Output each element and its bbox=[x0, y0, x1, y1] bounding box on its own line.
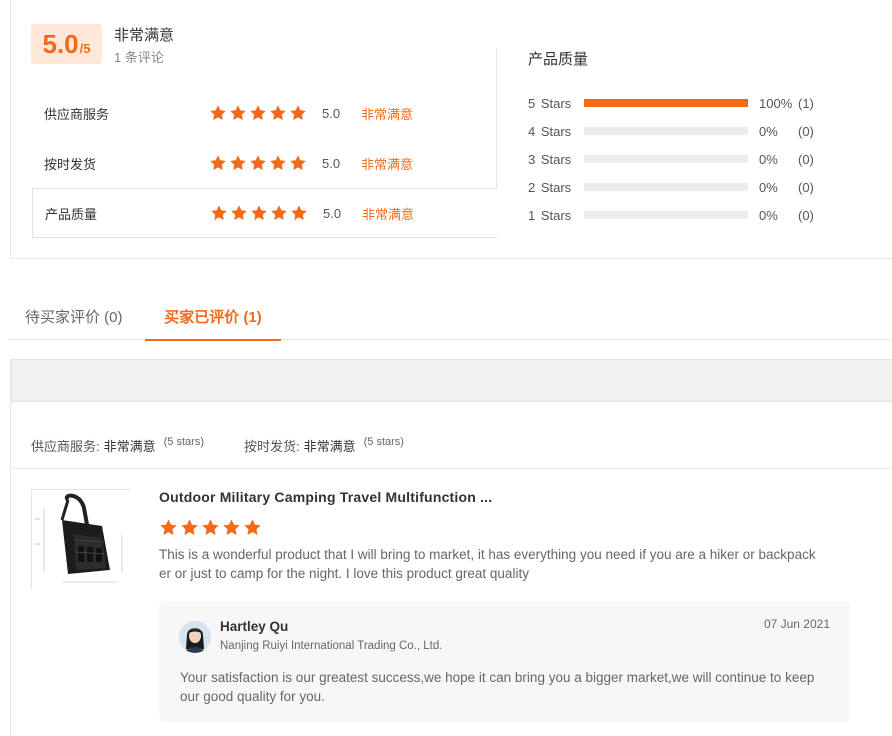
review-list-panel: 供应商服务: 非常满意 (5 stars) 按时发货: 非常满意 (5 star… bbox=[10, 359, 892, 736]
backpack-image: cm cm bbox=[32, 490, 132, 590]
distribution-count: (0) bbox=[798, 151, 814, 167]
distribution-bar-track bbox=[584, 127, 748, 135]
star-icon bbox=[250, 204, 268, 222]
star-icon bbox=[243, 518, 262, 537]
overall-score-badge: 5.0 /5 bbox=[31, 24, 102, 64]
star-icon bbox=[269, 154, 287, 172]
dimension-label: 产品质量 bbox=[45, 206, 98, 222]
distribution-label: 1 Stars bbox=[528, 207, 572, 223]
review-count: 1 条评论 bbox=[114, 50, 164, 65]
dimension-row-product-quality[interactable]: 产品质量 5.0 非常满意 bbox=[32, 188, 497, 238]
product-title-link[interactable]: Outdoor Military Camping Travel Multifun… bbox=[159, 489, 492, 505]
star-icon bbox=[210, 204, 228, 222]
distribution-row-4: 4 Stars 0% (0) bbox=[528, 121, 858, 141]
rating-summary-card: 5.0 /5 非常满意 1 条评论 供应商服务 5.0 非常满意 按时发货 5.… bbox=[10, 0, 892, 259]
distribution-row-1: 1 Stars 0% (0) bbox=[528, 205, 858, 225]
star-icon bbox=[269, 104, 287, 122]
distribution-percent: 0% bbox=[759, 179, 778, 195]
star-icon bbox=[209, 154, 227, 172]
quality-distribution-title: 产品质量 bbox=[528, 51, 589, 68]
distribution-label: 5 Stars bbox=[528, 95, 572, 111]
review-meta-row: 供应商服务: 非常满意 (5 stars) 按时发货: 非常满意 (5 star… bbox=[31, 436, 404, 455]
supplier-service-value: 非常满意 bbox=[103, 439, 156, 454]
dimension-score: 5.0 bbox=[323, 205, 342, 221]
distribution-bar-track bbox=[584, 155, 748, 163]
distribution-count: (0) bbox=[798, 179, 814, 195]
star-icon bbox=[222, 518, 241, 537]
tab-pending-reviews[interactable]: 待买家评价 (0) bbox=[25, 296, 123, 340]
dimension-stars bbox=[209, 154, 307, 172]
distribution-bar-track bbox=[584, 99, 748, 107]
svg-text:cm: cm bbox=[35, 517, 40, 521]
dimension-rating-text: 非常满意 bbox=[361, 156, 414, 172]
svg-text:cm: cm bbox=[35, 542, 40, 546]
star-icon bbox=[159, 518, 178, 537]
distribution-row-2: 2 Stars 0% (0) bbox=[528, 177, 858, 197]
distribution-percent: 0% bbox=[759, 123, 778, 139]
distribution-bar-track bbox=[584, 183, 748, 191]
supplier-service-key: 供应商服务: bbox=[31, 439, 100, 454]
person-icon bbox=[179, 621, 211, 653]
dimension-score: 5.0 bbox=[322, 105, 341, 121]
review-tabs: 待买家评价 (0) 买家已评价 (1) bbox=[10, 296, 892, 341]
dimension-row-supplier-service[interactable]: 供应商服务 5.0 非常满意 bbox=[32, 88, 497, 138]
overall-score: 5.0 bbox=[42, 29, 79, 59]
product-thumbnail[interactable]: cm cm bbox=[31, 489, 132, 590]
star-icon bbox=[289, 104, 307, 122]
review-text: This is a wonderful product that I will … bbox=[159, 547, 816, 581]
star-icon bbox=[249, 154, 267, 172]
avatar bbox=[179, 621, 211, 653]
star-icon bbox=[229, 104, 247, 122]
star-icon bbox=[209, 104, 227, 122]
tab-buyer-reviewed[interactable]: 买家已评价 (1) bbox=[145, 296, 281, 341]
distribution-percent: 0% bbox=[759, 207, 778, 223]
distribution-row-5: 5 Stars 100% (1) bbox=[528, 93, 858, 113]
distribution-count: (0) bbox=[798, 123, 814, 139]
dimension-stars bbox=[210, 204, 308, 222]
reply-company: Nanjing Ruiyi International Trading Co.,… bbox=[220, 640, 443, 652]
star-icon bbox=[249, 104, 267, 122]
overall-score-max: /5 bbox=[79, 41, 91, 56]
distribution-row-3: 3 Stars 0% (0) bbox=[528, 149, 858, 169]
star-icon bbox=[229, 154, 247, 172]
star-icon bbox=[290, 204, 308, 222]
on-time-shipping-stars: (5 stars) bbox=[363, 436, 404, 448]
meta-divider bbox=[11, 468, 892, 469]
distribution-percent: 0% bbox=[759, 151, 778, 167]
distribution-count: (1) bbox=[798, 95, 814, 111]
star-icon bbox=[270, 204, 288, 222]
distribution-count: (0) bbox=[798, 207, 814, 223]
dimension-rating-text: 非常满意 bbox=[362, 206, 415, 222]
distribution-label: 2 Stars bbox=[528, 179, 572, 195]
star-icon bbox=[180, 518, 199, 537]
review-stars bbox=[159, 518, 262, 537]
distribution-percent: 100% bbox=[759, 95, 793, 111]
overall-rating-label: 非常满意 bbox=[114, 27, 175, 44]
dimension-rating-text: 非常满意 bbox=[361, 106, 414, 122]
dimension-stars bbox=[209, 104, 307, 122]
star-icon bbox=[201, 518, 220, 537]
dimension-label: 供应商服务 bbox=[44, 106, 110, 122]
on-time-shipping-key: 按时发货: bbox=[243, 439, 300, 454]
distribution-bar-track bbox=[584, 211, 748, 219]
list-header-bar bbox=[11, 359, 892, 402]
distribution-label: 4 Stars bbox=[528, 123, 572, 139]
reply-date: 07 Jun 2021 bbox=[763, 617, 830, 631]
star-icon bbox=[289, 154, 307, 172]
dimension-row-on-time-shipping[interactable]: 按时发货 5.0 非常满意 bbox=[32, 138, 497, 188]
on-time-shipping-value: 非常满意 bbox=[303, 439, 356, 454]
distribution-label: 3 Stars bbox=[528, 151, 572, 167]
reply-author-name: Hartley Qu bbox=[220, 619, 289, 634]
dimension-score: 5.0 bbox=[322, 155, 341, 171]
star-icon bbox=[230, 204, 248, 222]
supplier-service-stars: (5 stars) bbox=[163, 436, 204, 448]
dimension-label: 按时发货 bbox=[44, 156, 97, 172]
distribution-bar-fill bbox=[584, 99, 748, 107]
reply-text: Your satisfaction is our greatest succes… bbox=[180, 670, 815, 704]
supplier-reply: Hartley Qu Nanjing Ruiyi International T… bbox=[159, 601, 850, 722]
